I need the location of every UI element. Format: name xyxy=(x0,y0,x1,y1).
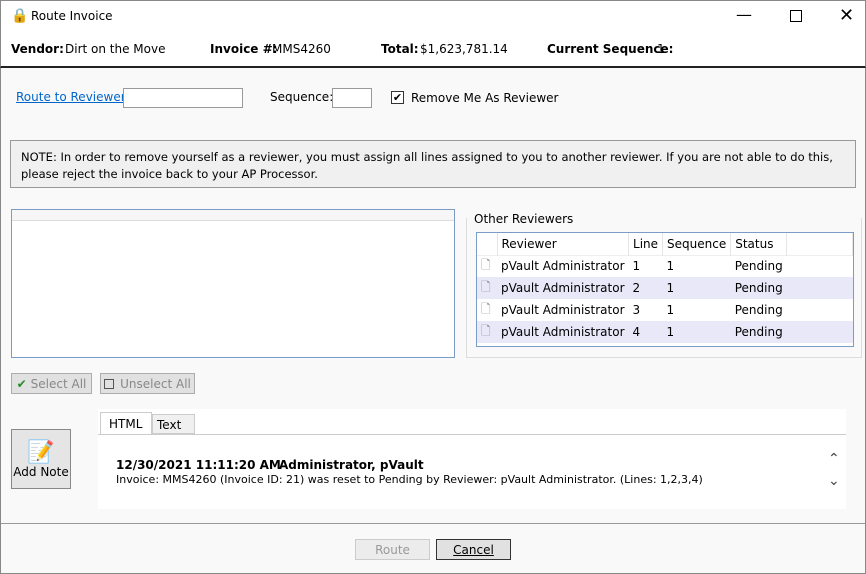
total-label: Total: xyxy=(381,42,419,56)
reviewer-row[interactable]: 🗋 pVault Administrator 4 1 Pending xyxy=(477,321,853,343)
cell: pVault Administrator xyxy=(501,303,625,317)
cell: Pending xyxy=(730,277,787,299)
column-header-sequence[interactable]: Sequence xyxy=(662,233,732,255)
reviewer-row[interactable]: 🗋 pVault Administrator 2 1 Pending xyxy=(477,277,853,299)
window-title: Route Invoice xyxy=(31,9,113,23)
notes-panel: HTML Text 12/30/2021 11:11:20 AM Adminis… xyxy=(98,409,846,509)
document-icon: 🗋 xyxy=(481,301,491,316)
cell: 1 xyxy=(666,303,675,317)
route-to-reviewer-link[interactable]: Route to Reviewer: xyxy=(16,90,129,104)
remove-me-checkbox[interactable]: ✔ xyxy=(391,91,404,104)
cell: pVault Administrator xyxy=(501,259,625,274)
cell: 1 xyxy=(666,259,675,274)
column-header-reviewer[interactable]: Reviewer xyxy=(497,233,630,255)
select-all-label: Select All xyxy=(30,376,87,391)
scroll-down-icon[interactable]: ⌄ xyxy=(828,473,840,489)
sequence-label: Sequence: xyxy=(270,90,334,104)
note-text: Invoice: MMS4260 (Invoice ID: 21) was re… xyxy=(116,473,703,486)
other-reviewers-grid[interactable]: Reviewer Line Sequence Status 🗋 pVault Ad… xyxy=(476,232,854,347)
unselect-all-button[interactable]: Unselect All xyxy=(100,373,195,394)
lock-icon: 🔒 xyxy=(11,8,29,24)
checkbox-icon xyxy=(104,378,115,389)
current-sequence-value: 1 xyxy=(657,42,665,56)
minimize-button[interactable]: — xyxy=(736,5,752,24)
current-sequence-label: Current Sequence: xyxy=(547,42,674,56)
cell: pVault Administrator xyxy=(497,321,629,343)
other-reviewers-title: Other Reviewers xyxy=(472,212,576,226)
reviewer-row[interactable]: 🗋 pVault Administrator 1 1 Pending xyxy=(477,255,853,277)
add-note-button[interactable]: 📝 Add Note xyxy=(11,429,71,489)
cell: 1 xyxy=(662,277,731,299)
total-value: $1,623,781.14 xyxy=(420,42,508,56)
cell: Pending xyxy=(734,259,783,274)
unselect-all-label: Unselect All xyxy=(120,376,191,391)
tab-text[interactable]: Text xyxy=(152,414,195,434)
column-header-status[interactable]: Status xyxy=(730,233,788,255)
column-header-line[interactable]: Line xyxy=(628,233,664,255)
cell: pVault Administrator xyxy=(497,277,629,299)
close-button[interactable]: ✕ xyxy=(839,5,854,26)
sequence-input[interactable] xyxy=(332,88,372,108)
invoice-value: MMS4260 xyxy=(272,42,331,56)
select-all-button[interactable]: ✔ Select All xyxy=(11,373,92,394)
invoice-header: Vendor: Dirt on the Move Invoice #: MMS4… xyxy=(0,32,866,68)
remove-me-label: Remove Me As Reviewer xyxy=(411,91,559,105)
cell: 4 xyxy=(628,321,663,343)
route-button[interactable]: Route xyxy=(355,539,430,560)
tab-html[interactable]: HTML xyxy=(100,412,152,435)
note-timestamp: 12/30/2021 11:11:20 AM xyxy=(116,458,281,472)
maximize-button[interactable] xyxy=(790,10,802,22)
invoice-label: Invoice #: xyxy=(210,42,278,56)
reviewer-input[interactable] xyxy=(123,88,243,108)
note-add-icon: 📝 xyxy=(27,439,55,465)
cell: 1 xyxy=(632,259,641,274)
note-banner: NOTE: In order to remove yourself as a r… xyxy=(10,140,856,188)
cell: 2 xyxy=(628,277,663,299)
lines-list[interactable] xyxy=(11,209,455,358)
note-author: Administrator, pVault xyxy=(279,458,424,472)
reviewer-row[interactable]: 🗋 pVault Administrator 3 1 Pending xyxy=(477,299,853,321)
cell: Pending xyxy=(734,303,783,317)
cell: Pending xyxy=(730,321,787,343)
scroll-up-icon[interactable]: ⌃ xyxy=(828,451,840,467)
vendor-label: Vendor: xyxy=(11,42,64,56)
cell: 3 xyxy=(632,303,641,317)
document-icon: 🗋 xyxy=(477,277,497,299)
checkmark-icon: ✔ xyxy=(16,376,27,391)
document-icon: 🗋 xyxy=(481,257,491,272)
document-icon: 🗋 xyxy=(477,321,497,343)
add-note-label: Add Note xyxy=(13,464,69,479)
cancel-button[interactable]: Cancel xyxy=(436,539,511,560)
vendor-value: Dirt on the Move xyxy=(65,42,166,56)
title-bar: 🔒 Route Invoice — ✕ xyxy=(0,0,866,32)
cell: 1 xyxy=(662,321,731,343)
